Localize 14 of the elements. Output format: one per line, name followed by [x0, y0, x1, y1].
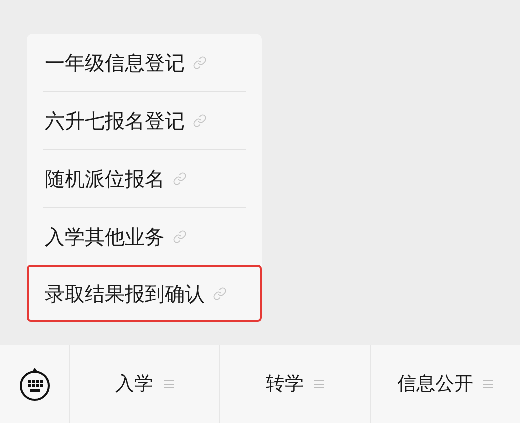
keyboard-icon[interactable]	[18, 366, 52, 402]
menu-item[interactable]: 六升七报名登记	[27, 92, 262, 149]
list-icon	[164, 380, 174, 388]
list-icon	[314, 380, 324, 388]
menu-item[interactable]: 随机派位报名	[27, 150, 262, 207]
link-icon	[193, 114, 207, 128]
link-icon	[193, 56, 207, 70]
menu-item[interactable]: 入学其他业务	[27, 208, 262, 265]
link-icon	[173, 230, 187, 244]
link-icon	[213, 286, 227, 300]
list-icon	[483, 380, 494, 388]
link-icon	[173, 172, 187, 186]
menu-item[interactable]: 录取结果报到确认	[27, 265, 262, 322]
menu-item[interactable]: 一年级信息登记	[27, 34, 262, 91]
